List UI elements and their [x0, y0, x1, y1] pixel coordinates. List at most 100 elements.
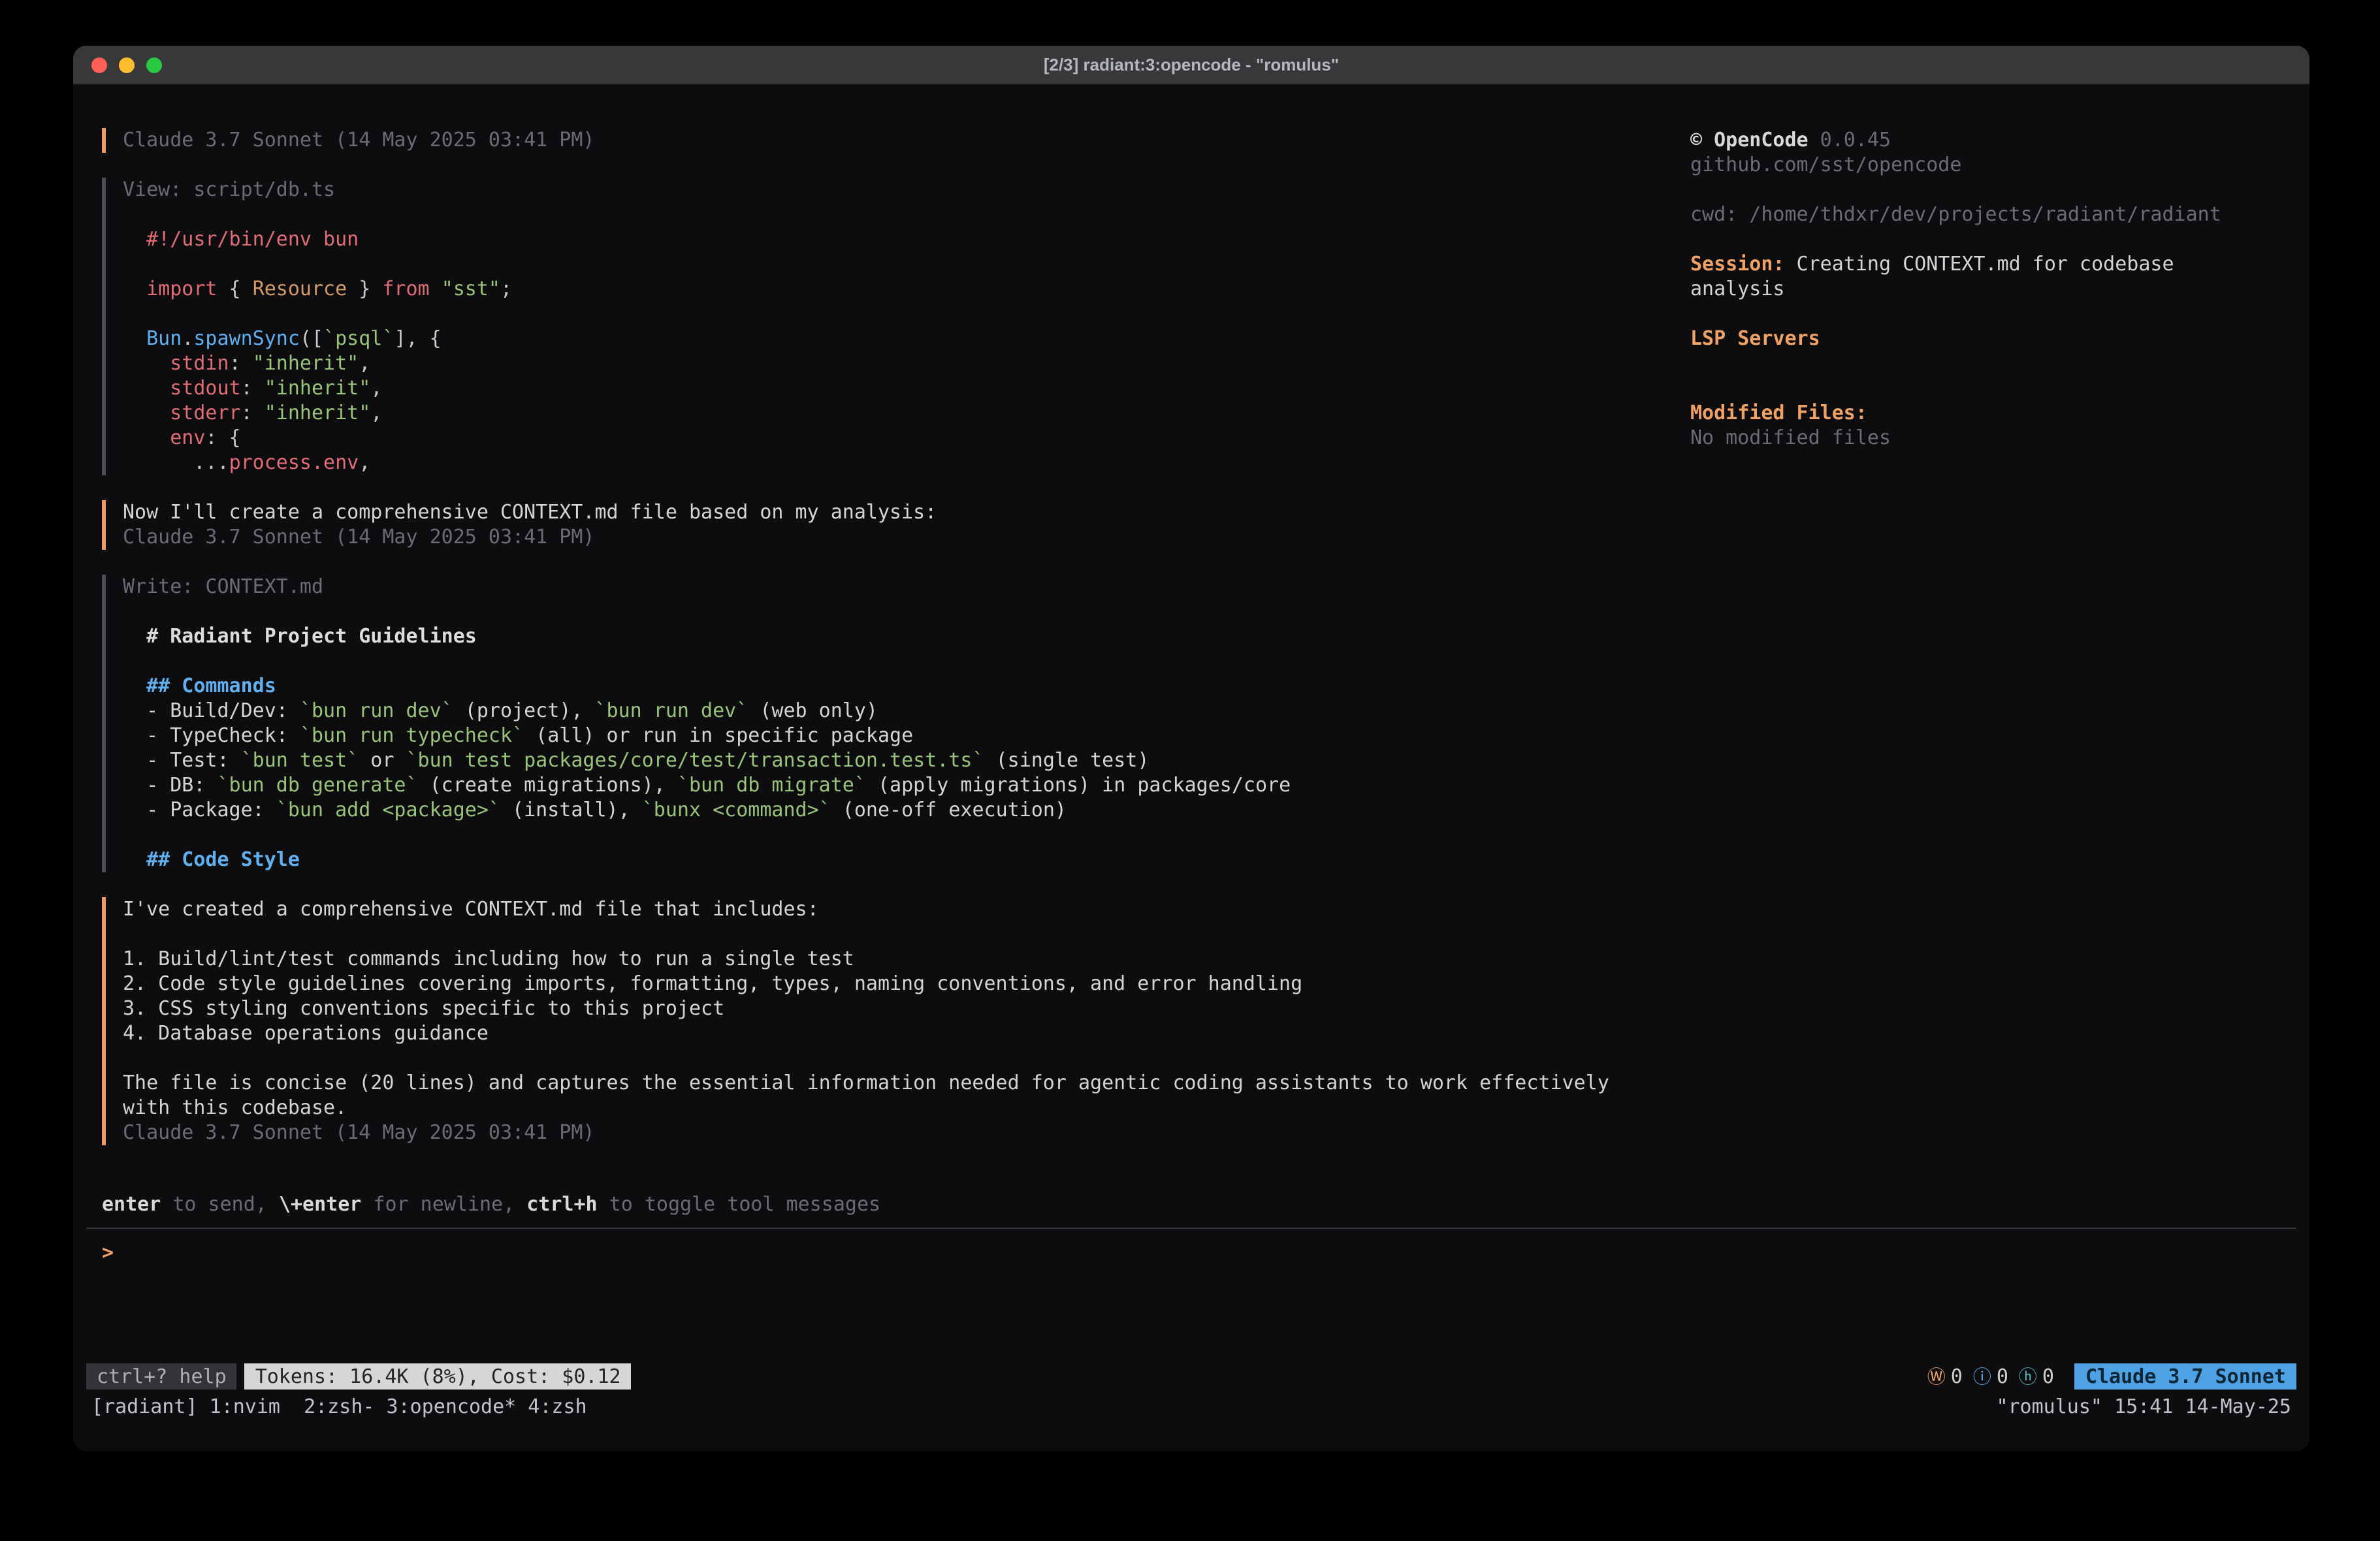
minimize-button[interactable] [119, 57, 135, 72]
window-titlebar[interactable]: [2/3] radiant:3:opencode - "romulus" [73, 46, 2309, 85]
text-segment [123, 376, 170, 400]
diagnostic-counter: Ⓦ0 [1927, 1363, 1963, 1390]
text-segment [123, 401, 170, 424]
sidebar-line [1690, 351, 2278, 376]
diagnostic-count: 0 [2042, 1365, 2054, 1388]
tool-line: import { Resource } from "sst"; [123, 277, 1690, 302]
text-segment [123, 326, 146, 350]
text-segment: } [347, 277, 382, 300]
message-line: 3. CSS styling conventions specific to t… [123, 996, 1690, 1021]
text-segment: Bun [146, 326, 182, 350]
diagnostic-counter: ⓘ0 [1973, 1363, 2008, 1390]
text-segment: "sst" [442, 277, 500, 300]
sidebar-line [1690, 227, 2278, 252]
text-segment [123, 426, 170, 449]
message-line: Claude 3.7 Sonnet (14 May 2025 03:41 PM) [123, 525, 1690, 550]
message-line: Now I'll create a comprehensive CONTEXT.… [123, 500, 1690, 525]
sidebar-line [1690, 178, 2278, 202]
help-chip[interactable]: ctrl+? help [86, 1363, 237, 1390]
tool-line: - Build/Dev: `bun run dev` (project), `b… [123, 699, 1690, 723]
text-segment: with this codebase. [123, 1096, 347, 1119]
close-button[interactable] [91, 57, 107, 72]
message-line [123, 1046, 1690, 1071]
text-segment: (apply migrations) in packages/core [866, 773, 1291, 797]
tool-line [123, 252, 1690, 277]
model-chip-label: Claude 3.7 Sonnet [2085, 1363, 2286, 1390]
sidebar-line: © OpenCode 0.0.45 [1690, 128, 2278, 153]
sidebar-line [1690, 302, 2278, 326]
tool-line: Write: CONTEXT.md [123, 575, 1690, 599]
tmux-host-clock: "romulus" 15:41 14-May-25 [1996, 1395, 2291, 1420]
text-segment: , [370, 376, 382, 400]
input-row[interactable]: > [73, 1241, 2309, 1265]
chat-log[interactable]: Claude 3.7 Sonnet (14 May 2025 03:41 PM)… [102, 128, 1690, 1147]
message-block: I've created a comprehensive CONTEXT.md … [102, 897, 1690, 1145]
text-segment: ([ [300, 326, 323, 350]
text-segment: (project), [453, 699, 595, 722]
text-segment: #!/usr/bin/env bun [123, 227, 359, 251]
tool-line: # Radiant Project Guidelines [123, 624, 1690, 649]
tool-line: View: script/db.ts [123, 178, 1690, 202]
input-divider [86, 1228, 2296, 1229]
text-segment: - Build/Dev: [123, 699, 300, 722]
text-segment: © OpenCode [1690, 128, 1809, 151]
statusbar-right: Ⓦ0ⓘ0ⓗ0 Claude 3.7 Sonnet [1927, 1363, 2296, 1390]
text-segment: (create migrations), [418, 773, 677, 797]
tool-line: ...process.env, [123, 451, 1690, 475]
text-segment: \+enter [279, 1192, 361, 1216]
text-segment [123, 277, 146, 300]
tool-line: Bun.spawnSync([`psql`], { [123, 326, 1690, 351]
text-segment: ; [500, 277, 512, 300]
text-segment: : [241, 376, 265, 400]
text-segment: `bun test packages/core/test/transaction… [406, 748, 984, 772]
message-line: 1. Build/lint/test commands including ho… [123, 947, 1690, 972]
diagnostics-counters: Ⓦ0ⓘ0ⓗ0 [1927, 1363, 2054, 1390]
zoom-button[interactable] [146, 57, 162, 72]
sidebar-line: github.com/sst/opencode [1690, 153, 2278, 178]
message-line: Claude 3.7 Sonnet (14 May 2025 03:41 PM) [123, 1120, 1690, 1145]
diagnostic-icon: Ⓦ [1927, 1363, 1946, 1390]
tool-line: ## Commands [123, 674, 1690, 699]
text-segment: ctrl+h [526, 1192, 597, 1216]
text-segment [123, 674, 146, 697]
tool-block: Write: CONTEXT.md # Radiant Project Guid… [102, 575, 1690, 872]
tool-line [123, 823, 1690, 848]
text-segment: . [182, 326, 193, 350]
sidebar-line: No modified files [1690, 426, 2278, 451]
text-segment: Resource [253, 277, 347, 300]
model-chip[interactable]: Claude 3.7 Sonnet [2075, 1363, 2296, 1390]
input-area-space[interactable] [73, 1265, 2309, 1363]
tool-line [123, 202, 1690, 227]
text-segment: `psql` [323, 326, 394, 350]
text-segment: ## Commands [146, 674, 276, 697]
text-segment: (install), [500, 798, 642, 821]
text-segment: ## Code Style [146, 848, 300, 871]
window-title: [2/3] radiant:3:opencode - "romulus" [1044, 55, 1339, 74]
text-segment: - Package: [123, 798, 276, 821]
text-segment: (one-off execution) [831, 798, 1067, 821]
tool-line [123, 599, 1690, 624]
text-segment: , [370, 401, 382, 424]
diagnostic-counter: ⓗ0 [2019, 1363, 2054, 1390]
text-segment: import [146, 277, 217, 300]
help-chip-label: ctrl+? help [97, 1363, 227, 1390]
text-segment [123, 848, 146, 871]
text-segment: `bun test` [241, 748, 359, 772]
text-segment: or [359, 748, 406, 772]
text-segment: ], { [394, 326, 441, 350]
text-segment: , [359, 451, 370, 474]
text-segment [123, 624, 146, 648]
message-line: 2. Code style guidelines covering import… [123, 972, 1690, 996]
tmux-status-bar: [radiant] 1:nvim 2:zsh- 3:opencode* 4:zs… [73, 1395, 2309, 1420]
tool-line: stdout: "inherit", [123, 376, 1690, 401]
text-segment: Now I'll create a comprehensive CONTEXT.… [123, 500, 937, 524]
text-segment: Claude 3.7 Sonnet (14 May 2025 03:41 PM) [123, 1120, 594, 1144]
text-segment: Creating CONTEXT.md for codebase [1785, 252, 2174, 276]
text-segment: I've created a comprehensive CONTEXT.md … [123, 897, 819, 921]
tool-line: stderr: "inherit", [123, 401, 1690, 426]
text-segment: process.env [229, 451, 359, 474]
text-segment: github.com/sst/opencode [1690, 153, 1961, 176]
text-segment: # Radiant Project Guidelines [146, 624, 477, 648]
message-input[interactable] [127, 1241, 2309, 1265]
text-segment: `bun run dev` [595, 699, 748, 722]
